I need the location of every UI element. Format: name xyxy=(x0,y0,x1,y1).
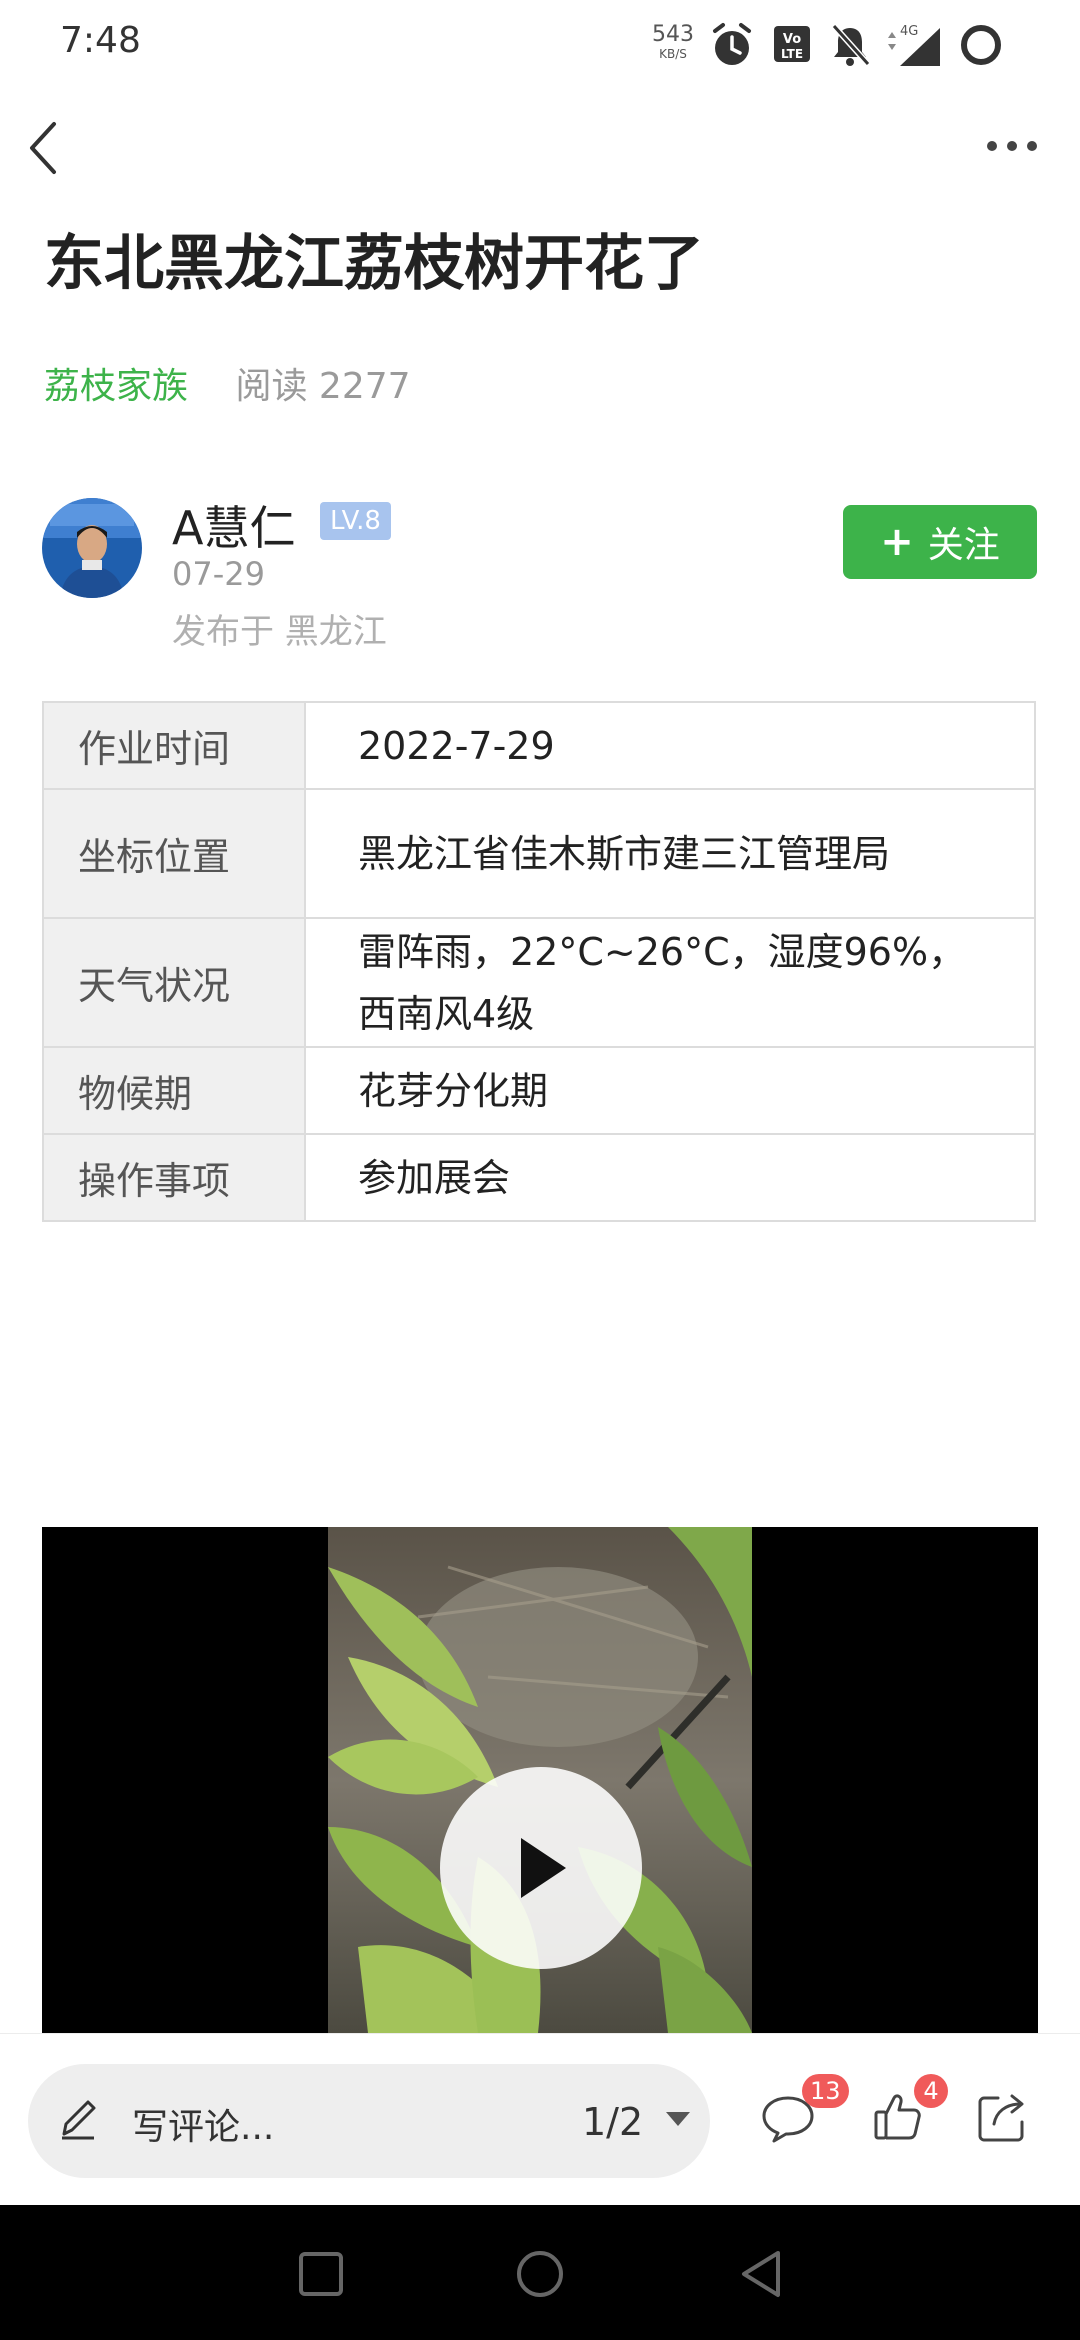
battery-icon xyxy=(958,22,1004,72)
follow-button[interactable]: + 关注 xyxy=(843,505,1037,579)
recents-icon[interactable] xyxy=(298,2251,344,2297)
author-name[interactable]: A慧仁 xyxy=(172,492,295,558)
alarm-icon xyxy=(710,20,754,74)
plus-icon: + xyxy=(880,519,914,565)
table-row: 物候期 花芽分化期 xyxy=(42,1046,1036,1135)
avatar[interactable] xyxy=(42,498,142,598)
bottom-action-bar: 写评论... 1/2 13 4 xyxy=(0,2033,1080,2206)
article-meta: 荔枝家族 阅读 2277 xyxy=(44,357,411,409)
volte-icon: Vo LTE xyxy=(772,24,812,68)
network-speed: 543 KB/S xyxy=(650,22,696,61)
svg-text:Vo: Vo xyxy=(783,32,801,47)
table-row: 作业时间 2022-7-29 xyxy=(42,701,1036,790)
play-button[interactable] xyxy=(440,1767,642,1969)
svg-text:LTE: LTE xyxy=(781,47,803,61)
status-bar: 7:48 543 KB/S Vo LTE 4G xyxy=(0,0,1080,90)
thumbs-up-icon xyxy=(874,2094,921,2140)
level-badge: LV.8 xyxy=(320,502,391,540)
more-dots-icon xyxy=(987,141,1037,151)
network-type-label: 4G xyxy=(900,24,918,39)
topic-link[interactable]: 荔枝家族 xyxy=(44,366,188,407)
system-nav-bar xyxy=(0,2205,1080,2340)
post-location: 发布于 黑龙江 xyxy=(172,612,387,652)
table-key: 作业时间 xyxy=(42,701,306,790)
table-key: 物候期 xyxy=(42,1046,306,1135)
network-speed-value: 543 xyxy=(652,22,694,47)
chevron-left-icon xyxy=(30,122,56,174)
network-speed-unit: KB/S xyxy=(659,47,687,61)
back-button[interactable] xyxy=(24,118,64,178)
table-value: 花芽分化期 xyxy=(304,1046,1036,1135)
share-button[interactable] xyxy=(976,2092,1028,2148)
table-value: 2022-7-29 xyxy=(304,701,1036,790)
table-row: 天气状况 雷阵雨，22°C~26°C，湿度96%，西南风4级 xyxy=(42,917,1036,1048)
comment-input[interactable]: 写评论... 1/2 xyxy=(28,2064,710,2178)
home-icon[interactable] xyxy=(515,2249,565,2299)
table-key: 操作事项 xyxy=(42,1133,306,1222)
follow-label: 关注 xyxy=(927,525,1000,566)
table-value: 黑龙江省佳木斯市建三江管理局 xyxy=(304,788,1036,919)
article-title: 东北黑龙江荔枝树开花了 xyxy=(44,229,704,299)
like-button[interactable] xyxy=(872,2090,922,2148)
table-row: 坐标位置 黑龙江省佳木斯市建三江管理局 xyxy=(42,788,1036,919)
like-count-badge: 4 xyxy=(914,2074,948,2108)
caret-down-icon[interactable] xyxy=(666,2112,690,2126)
signal-icon: 4G xyxy=(884,22,942,72)
table-value: 参加展会 xyxy=(304,1133,1036,1222)
play-icon xyxy=(521,1838,566,1898)
page-indicator[interactable]: 1/2 xyxy=(582,2100,643,2144)
post-date: 07-29 xyxy=(172,555,265,593)
status-time: 7:48 xyxy=(60,20,141,61)
video-player[interactable] xyxy=(42,1527,1038,2033)
table-value: 雷阵雨，22°C~26°C，湿度96%，西南风4级 xyxy=(304,917,1036,1048)
comment-placeholder: 写评论... xyxy=(132,2107,275,2148)
bell-muted-icon xyxy=(828,20,872,74)
share-icon xyxy=(978,2094,1024,2142)
read-count: 阅读 2277 xyxy=(235,366,411,407)
pencil-icon xyxy=(58,2094,98,2148)
table-row: 操作事项 参加展会 xyxy=(42,1133,1036,1222)
more-button[interactable] xyxy=(986,136,1038,156)
info-table: 作业时间 2022-7-29 坐标位置 黑龙江省佳木斯市建三江管理局 天气状况 … xyxy=(42,701,1036,1222)
back-nav-icon[interactable] xyxy=(738,2249,784,2299)
comment-count-badge: 13 xyxy=(802,2074,849,2108)
table-key: 天气状况 xyxy=(42,917,306,1048)
table-key: 坐标位置 xyxy=(42,788,306,919)
